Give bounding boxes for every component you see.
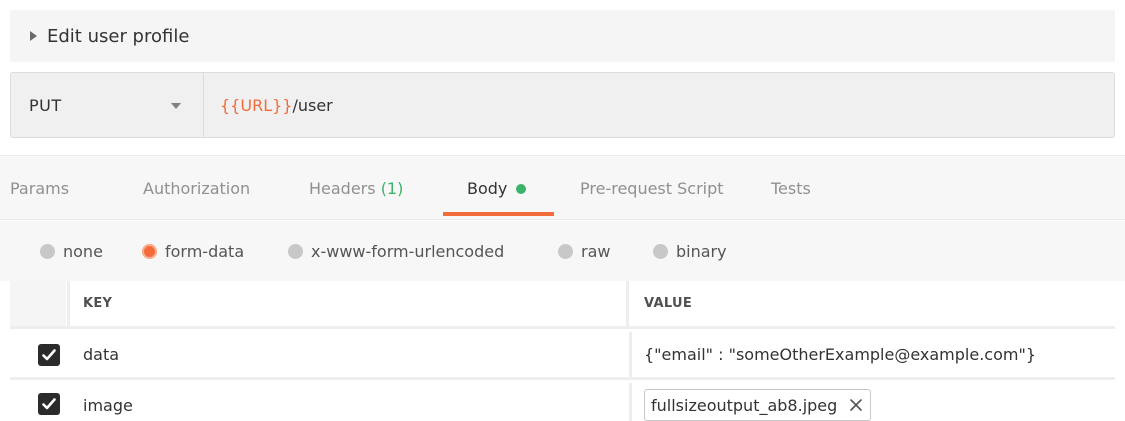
radio-icon [653,243,668,259]
dropdown-arrow-icon[interactable] [171,103,181,109]
request-title: Edit user profile [47,25,190,47]
tab-label: Tests [771,179,811,198]
tab-params[interactable]: Params [10,156,69,221]
file-chip: fullsizeoutput_ab8.jpeg [644,389,872,421]
radio-label: binary [676,241,727,261]
radio-form-data[interactable]: form-data [142,221,244,281]
radio-x-www-form-urlencoded[interactable]: x-www-form-urlencoded [288,221,504,281]
body-indicator-dot-icon [516,183,527,194]
url-path: /user [292,95,333,115]
active-tab-underline [443,212,554,216]
radio-binary[interactable]: binary [653,221,727,281]
table-row: data {"email" : "someOtherExample@exampl… [10,332,1115,380]
row-checkbox[interactable] [38,344,60,366]
tab-label: Params [10,179,70,198]
radio-label: form-data [165,241,245,261]
radio-icon [558,243,573,259]
file-name: fullsizeoutput_ab8.jpeg [651,395,838,415]
radio-label: raw [581,241,611,261]
radio-icon [40,243,55,259]
method-select[interactable]: PUT [11,73,204,137]
tab-pre-request-script[interactable]: Pre-request Script [580,156,724,221]
key-cell[interactable]: image [70,383,632,421]
radio-label: x-www-form-urlencoded [311,241,505,261]
checkmark-icon [42,398,56,410]
value-header-label: VALUE [644,296,692,311]
value-cell[interactable]: fullsizeoutput_ab8.jpeg [635,383,1115,421]
url-variable: {{URL}} [220,95,293,115]
value-column-header: VALUE [635,281,1115,326]
radio-icon [288,243,303,259]
table-header-row: KEY VALUE [10,281,1115,329]
tab-label: Pre-request Script [580,179,724,198]
tab-label: Headers [309,179,376,198]
headers-count: (1) [380,179,404,198]
method-label: PUT [29,95,62,115]
key-header-label: KEY [83,296,113,311]
tab-headers[interactable]: Headers (1) [309,156,403,221]
radio-raw[interactable]: raw [558,221,610,281]
key-text: image [83,395,133,415]
checkmark-icon [42,349,56,361]
body-type-options: none form-data x-www-form-urlencoded raw… [0,221,1125,281]
request-tabs: Params Authorization Headers (1) Body Pr… [0,155,1125,220]
value-cell[interactable]: {"email" : "someOtherExample@example.com… [635,332,1115,377]
radio-selected-icon [142,243,157,259]
value-text: {"email" : "someOtherExample@example.com… [644,345,1037,364]
key-column-header: KEY [67,281,629,326]
remove-file-icon[interactable] [849,398,863,412]
row-checkbox[interactable] [38,393,60,415]
tab-label: Authorization [143,179,251,198]
url-bar: PUT {{URL}}/user [10,72,1115,138]
collapse-caret-icon[interactable] [30,31,37,41]
request-title-bar[interactable]: Edit user profile [10,10,1115,62]
check-column-header [10,281,66,326]
table-row: image fullsizeoutput_ab8.jpeg [10,383,1115,421]
tab-label: Body [467,179,508,198]
tab-tests[interactable]: Tests [771,156,811,221]
key-cell[interactable]: data [70,332,632,377]
radio-none[interactable]: none [40,221,103,281]
spacer [10,144,1115,154]
key-text: data [83,345,120,364]
radio-label: none [63,241,103,261]
top-spacer [0,0,1125,10]
url-input[interactable]: {{URL}}/user [204,73,1114,137]
tab-authorization[interactable]: Authorization [143,156,250,221]
form-data-table: KEY VALUE data {"email" : "someOtherExam… [10,281,1115,421]
